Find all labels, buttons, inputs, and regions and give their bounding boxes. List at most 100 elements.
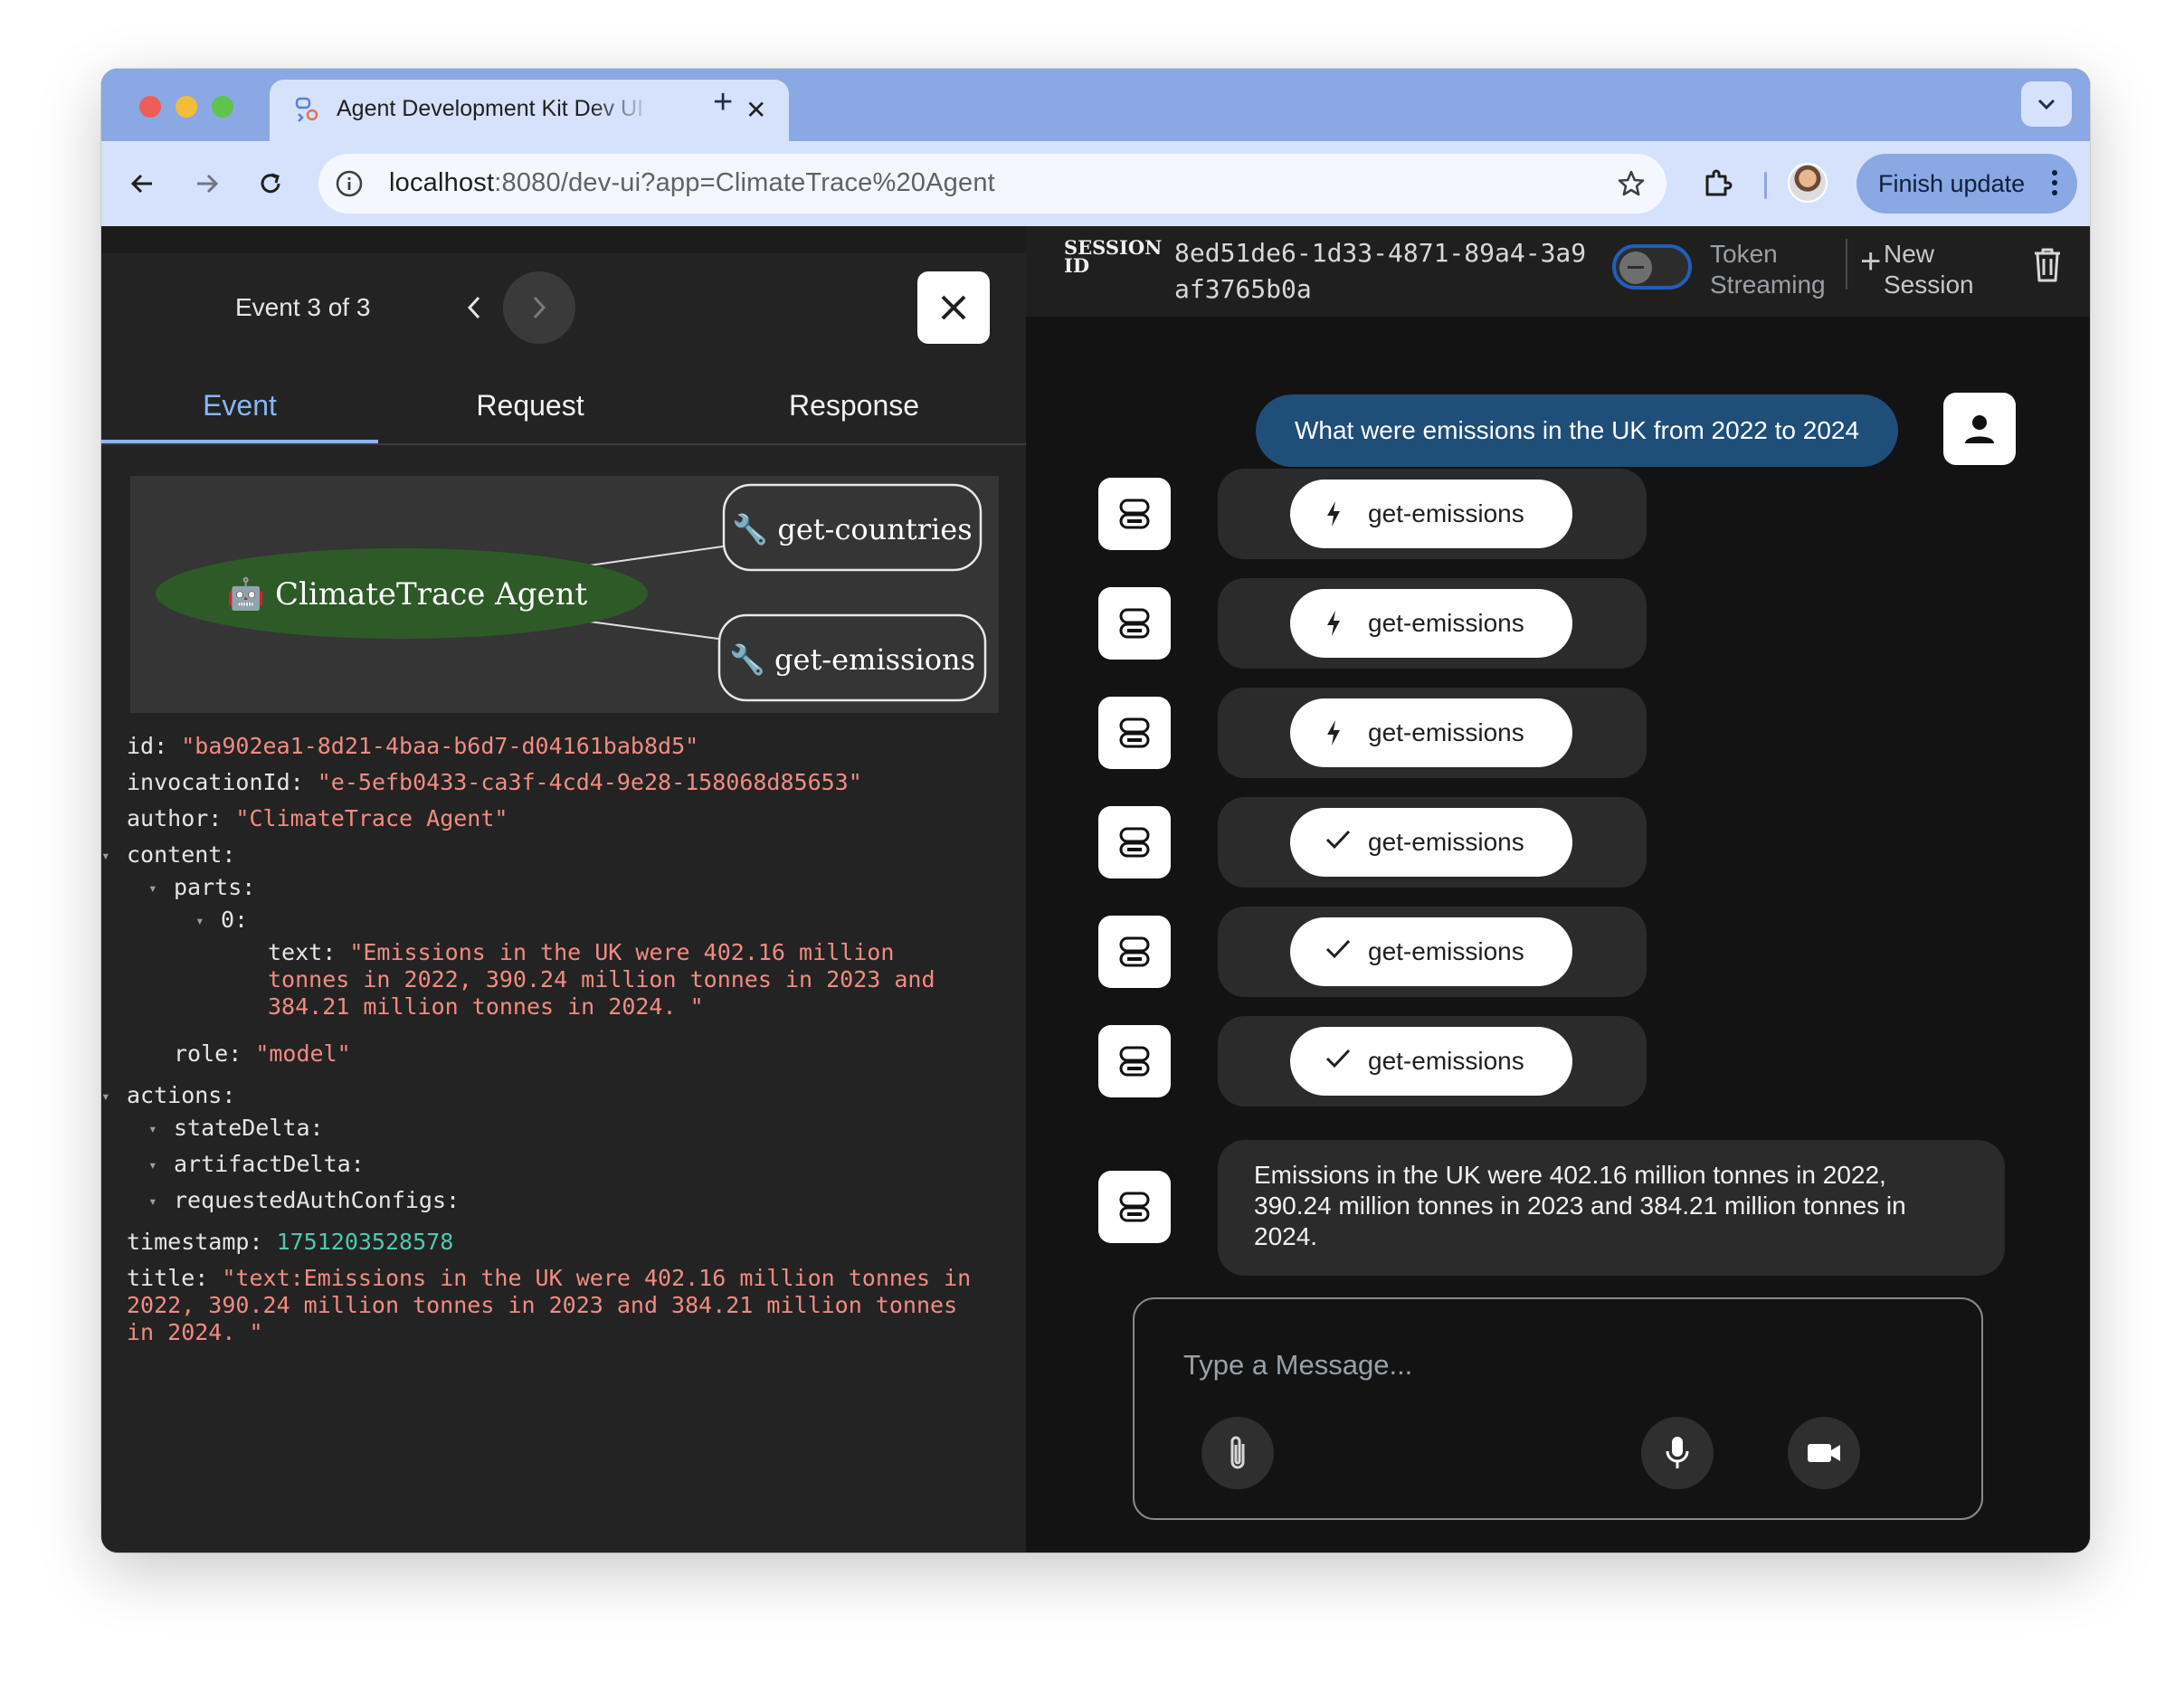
json-part-0-row[interactable]: 0: [221,907,248,934]
json-role-row: role: "model" [174,1040,351,1068]
json-statedelta-row[interactable]: stateDelta: [174,1115,324,1142]
site-info-icon[interactable] [335,169,364,198]
robot-icon [1119,1192,1150,1222]
json-key: parts: [174,874,256,900]
json-parts-row[interactable]: parts: [174,874,255,901]
function-name-label: get-emissions [1368,937,1524,965]
agent-reply-bubble: Emissions in the UK were 402.16 million … [1218,1140,2005,1276]
function-name-label: get-emissions [1368,1047,1524,1075]
function-name-label: get-emissions [1368,499,1524,527]
delete-session-trash-icon[interactable] [2032,246,2063,284]
collapse-caret-icon[interactable]: ▾ [148,879,157,897]
message-input[interactable] [1182,1346,1927,1384]
function-call-chip[interactable]: get-emissions [1290,589,1572,658]
more-vert-icon [2052,170,2057,200]
json-key: title: [127,1265,209,1291]
tab-request[interactable]: Request [378,389,682,423]
back-button[interactable] [123,165,161,203]
bot-avatar [1098,697,1171,769]
paperclip-icon [1230,1436,1245,1469]
json-key: stateDelta: [174,1115,324,1141]
function-response-chip[interactable]: get-emissions [1290,917,1572,986]
close-icon [941,295,966,320]
url-text: localhost:8080/dev-ui?app=ClimateTrace%2… [389,168,995,198]
toolbar-divider [1764,172,1767,199]
json-key: content: [127,841,236,868]
next-event-button[interactable] [503,271,575,344]
collapse-caret-icon[interactable]: ▾ [195,912,204,929]
previous-event-button[interactable] [449,282,499,333]
collapse-caret-icon[interactable]: ▾ [101,847,110,864]
json-author-row: author: "ClimateTrace Agent" [127,805,508,832]
collapse-caret-icon[interactable]: ▾ [148,1156,157,1173]
reload-button[interactable] [252,165,290,203]
json-text-row-2: tonnes in 2022, 390.24 million tonnes in… [268,966,935,993]
function-call-chip[interactable]: get-emissions [1290,480,1572,548]
bolt-icon [1325,718,1343,754]
profile-avatar[interactable] [1790,165,1826,201]
function-call-chip[interactable]: get-emissions [1290,698,1572,767]
adk-favicon-icon [295,97,318,122]
new-session-label: New Session [1884,240,1974,299]
function-event-row: get-emissions [1218,469,1647,559]
function-name-label: get-emissions [1368,718,1524,746]
token-streaming-toggle[interactable] [1612,244,1692,290]
tab-event[interactable]: Event [101,389,378,423]
json-title-row-3: in 2024. " [127,1319,263,1346]
json-actions-row[interactable]: actions: [127,1082,235,1109]
check-icon [1325,828,1352,858]
robot-icon [1119,936,1150,967]
tool-node-get-emissions-label: 🔧 get-emissions [729,642,975,677]
json-timestamp-value: 1751203528578 [276,1229,454,1255]
forward-button[interactable] [188,165,226,203]
finish-update-label: Finish update [1878,170,2026,197]
graph-edge-get-emissions [582,620,719,640]
browser-toolbar: localhost:8080/dev-ui?app=ClimateTrace%2… [101,141,2090,226]
tab-response[interactable]: Response [682,389,1026,423]
microphone-button[interactable] [1641,1417,1714,1489]
panel-top-strip [101,226,1026,253]
json-id-value: "ba902ea1-8d21-4baa-b6d7-d04161bab8d5" [181,733,699,759]
session-id-label: SESSION ID [1064,236,1163,277]
minimize-window-button[interactable] [176,96,197,118]
collapse-caret-icon[interactable]: ▾ [148,1120,157,1137]
token-streaming-label: Token Streaming [1710,240,1826,299]
address-bar[interactable]: localhost:8080/dev-ui?app=ClimateTrace%2… [318,154,1666,214]
json-title-row: title: "text:Emissions in the UK were 40… [127,1265,971,1292]
event-counter: Event 3 of 3 [235,293,371,321]
bot-avatar [1098,806,1171,878]
check-icon [1325,937,1352,967]
tab-search-button[interactable] [2021,81,2072,127]
new-tab-plus-icon[interactable]: + [713,85,733,119]
agent-node-label: 🤖 ClimateTrace Agent [227,576,588,613]
browser-tab[interactable]: Agent Development Kit Dev UI ✕ [270,80,789,141]
collapse-caret-icon[interactable]: ▾ [101,1087,110,1105]
json-text-line: tonnes in 2022, 390.24 million tonnes in… [268,966,935,992]
person-icon [1965,415,1994,443]
arrow-right-icon [197,174,219,194]
json-content-row[interactable]: content: [127,841,235,869]
json-invocation-row: invocationId: "e-5efb0433-ca3f-4cd4-9e28… [127,769,862,796]
function-response-chip[interactable]: get-emissions [1290,1027,1572,1096]
function-response-chip[interactable]: get-emissions [1290,808,1572,877]
bot-avatar [1098,1171,1171,1243]
tab-close-icon[interactable]: ✕ [745,98,766,123]
json-title-line: 2022, 390.24 million tonnes in 2023 and … [127,1292,958,1318]
close-event-panel-button[interactable] [917,271,990,344]
video-camera-button[interactable] [1788,1417,1860,1489]
tab-title: Agent Development Kit Dev UI [337,96,644,121]
close-window-button[interactable] [139,96,161,118]
session-header: SESSION ID 8ed51de6-1d33-4871-89a4-3a9af… [1026,226,2090,317]
json-artifactdelta-row[interactable]: artifactDelta: [174,1151,365,1178]
extensions-puzzle-icon[interactable] [1701,166,1735,201]
finish-update-button[interactable]: Finish update [1856,154,2077,214]
maximize-window-button[interactable] [212,96,233,118]
bot-avatar [1098,1025,1171,1097]
json-id-row: id: "ba902ea1-8d21-4baa-b6d7-d04161bab8d… [127,733,698,760]
bookmark-star-icon[interactable] [1616,168,1647,199]
json-text-row: text: "Emissions in the UK were 402.16 m… [268,939,894,966]
event-tabs: Event Request Response [101,371,1026,445]
collapse-caret-icon[interactable]: ▾ [148,1192,157,1210]
json-authconfigs-row[interactable]: requestedAuthConfigs: [174,1187,460,1214]
attach-file-button[interactable] [1201,1417,1274,1489]
